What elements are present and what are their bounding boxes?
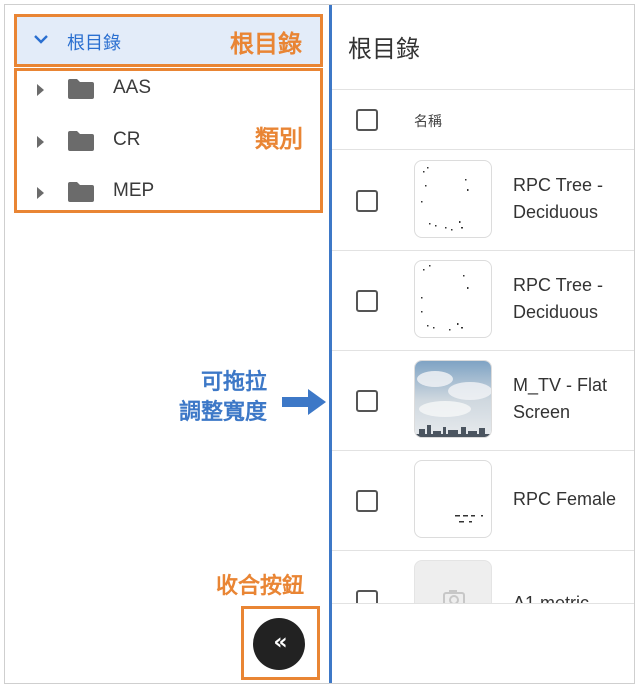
sky-city-thumbnail: [414, 360, 492, 438]
row-checkbox[interactable]: [356, 490, 378, 512]
row-checkbox[interactable]: [356, 190, 378, 212]
annotation-categories-label: 類別: [255, 125, 303, 153]
person-sketch-icon: [455, 515, 483, 523]
sketch-thumbnail: [414, 460, 492, 538]
annotation-collapse-label: 收合按鈕: [216, 574, 305, 599]
annotation-drag-line: 可拖拉: [200, 370, 267, 395]
row-name: RPC Tree - Deciduous: [513, 275, 604, 322]
row-name: M_TV - Flat Screen: [513, 375, 608, 422]
app-frame: 根目錄 AAS CR MEP « 根目錄 名稱 RPC Tree - Decid…: [4, 4, 635, 684]
table-row[interactable]: M_TV - Flat Screen: [332, 350, 634, 450]
row-checkbox[interactable]: [356, 290, 378, 312]
annotation-root-label: 根目錄: [230, 30, 302, 58]
table-row[interactable]: RPC Tree - Deciduous: [332, 250, 634, 350]
content-pane: 根目錄 名稱 RPC Tree - Deciduous RPC Tree - D…: [332, 5, 634, 683]
annotation-collapse-box: [241, 606, 320, 680]
page-title: 根目錄: [348, 35, 420, 63]
annotation-drag-label: 可拖拉 調整寬度: [155, 368, 267, 428]
table-row[interactable]: RPC Female: [332, 450, 634, 550]
sketch-thumbnail: [414, 160, 492, 238]
tree-sketch-icon: [421, 167, 469, 231]
select-all-checkbox[interactable]: [356, 109, 378, 131]
sketch-thumbnail: [414, 260, 492, 338]
row-name: RPC Female: [513, 489, 617, 509]
row-checkbox[interactable]: [356, 390, 378, 412]
annotation-drag-line: 調整寬度: [178, 400, 267, 425]
row-name: RPC Tree - Deciduous: [513, 175, 604, 222]
divider: [332, 89, 634, 90]
column-header-name[interactable]: 名稱: [414, 111, 442, 131]
tree-sketch-icon: [421, 265, 469, 331]
sky-photo-icon: [415, 361, 491, 437]
arrow-right-icon: [282, 389, 326, 415]
table-footer: [332, 603, 634, 683]
table-row[interactable]: RPC Tree - Deciduous: [332, 150, 634, 250]
